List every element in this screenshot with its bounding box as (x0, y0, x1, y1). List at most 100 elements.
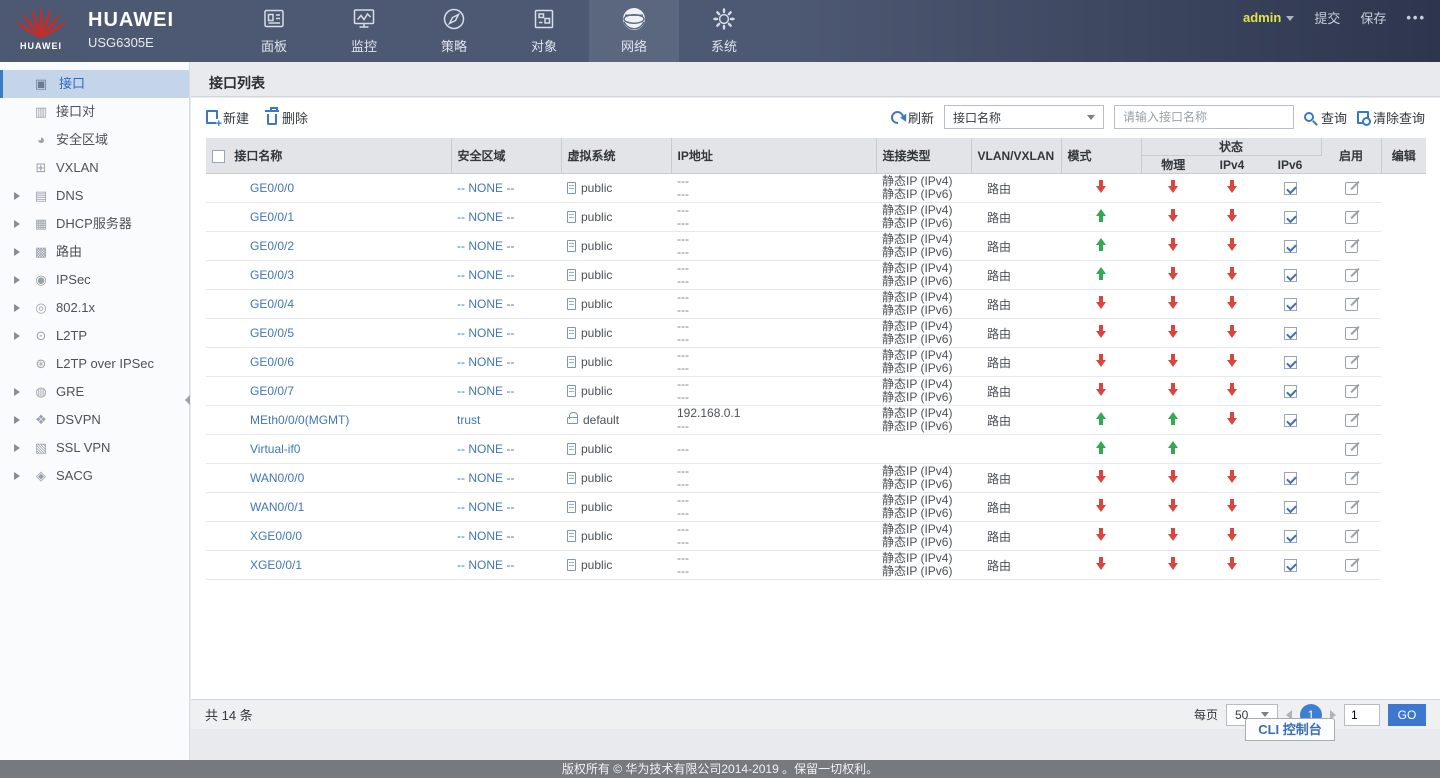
interface-link[interactable]: XGE0/0/0 (250, 529, 302, 543)
zone-link[interactable]: -- NONE -- (457, 297, 514, 311)
edit-icon[interactable] (1345, 240, 1358, 253)
interface-link[interactable]: WAN0/0/0 (250, 471, 304, 485)
interface-link[interactable]: GE0/0/4 (250, 297, 294, 311)
edit-icon[interactable] (1345, 269, 1358, 282)
select-all-checkbox[interactable] (212, 150, 225, 163)
zone-link[interactable]: -- NONE -- (457, 326, 514, 340)
sidebar-item-l2tp-over-ipsec[interactable]: ⊛ L2TP over IPSec (0, 350, 189, 378)
zone-link[interactable]: -- NONE -- (457, 268, 514, 282)
edit-icon[interactable] (1345, 501, 1358, 514)
new-button[interactable]: 新建 (206, 108, 249, 127)
zone-link[interactable]: -- NONE -- (457, 181, 514, 195)
expand-arrow-icon[interactable] (14, 416, 20, 424)
enable-checkbox[interactable] (1284, 501, 1297, 514)
sidebar-item-vxlan[interactable]: ⊞ VXLAN (0, 154, 189, 182)
interface-link[interactable]: GE0/0/5 (250, 326, 294, 340)
interface-link[interactable]: Virtual-if0 (250, 442, 300, 456)
interface-link[interactable]: GE0/0/1 (250, 210, 294, 224)
clear-query-button[interactable]: 清除查询 (1357, 108, 1425, 127)
enable-checkbox[interactable] (1284, 414, 1297, 427)
sidebar-collapse-handle[interactable] (185, 395, 190, 405)
interface-link[interactable]: GE0/0/6 (250, 355, 294, 369)
interface-link[interactable]: WAN0/0/1 (250, 500, 304, 514)
sidebar-item-gre[interactable]: ◍ GRE (0, 378, 189, 406)
submit-button[interactable]: 提交 (1314, 8, 1340, 27)
user-dropdown[interactable]: admin (1243, 10, 1294, 25)
expand-arrow-icon[interactable] (14, 276, 20, 284)
search-input[interactable] (1114, 105, 1294, 129)
enable-checkbox[interactable] (1284, 269, 1297, 282)
sidebar-item-interface[interactable]: ▣ 接口 (0, 70, 189, 98)
zone-link[interactable]: -- NONE -- (457, 558, 514, 572)
zone-link[interactable]: -- NONE -- (457, 355, 514, 369)
edit-icon[interactable] (1345, 182, 1358, 195)
zone-link[interactable]: trust (457, 413, 480, 427)
interface-link[interactable]: MEth0/0/0(MGMT) (250, 413, 349, 427)
zone-link[interactable]: -- NONE -- (457, 471, 514, 485)
zone-link[interactable]: -- NONE -- (457, 384, 514, 398)
nav-item-monitor[interactable]: 监控 (319, 0, 409, 62)
edit-icon[interactable] (1345, 472, 1358, 485)
interface-link[interactable]: GE0/0/0 (250, 181, 294, 195)
sidebar-item-l2tp[interactable]: ⊙ L2TP (0, 322, 189, 350)
edit-icon[interactable] (1345, 356, 1358, 369)
nav-item-policy[interactable]: 策略 (409, 0, 499, 62)
edit-icon[interactable] (1345, 530, 1358, 543)
enable-checkbox[interactable] (1284, 298, 1297, 311)
edit-icon[interactable] (1345, 443, 1358, 456)
query-button[interactable]: 查询 (1304, 108, 1347, 127)
edit-icon[interactable] (1345, 327, 1358, 340)
sidebar-item-routing[interactable]: ▩ 路由 (0, 238, 189, 266)
expand-arrow-icon[interactable] (14, 220, 20, 228)
zone-link[interactable]: -- NONE -- (457, 442, 514, 456)
edit-icon[interactable] (1345, 414, 1358, 427)
enable-checkbox[interactable] (1284, 182, 1297, 195)
enable-checkbox[interactable] (1284, 211, 1297, 224)
edit-icon[interactable] (1345, 211, 1358, 224)
zone-link[interactable]: -- NONE -- (457, 210, 514, 224)
interface-link[interactable]: XGE0/0/1 (250, 558, 302, 572)
cli-console-button[interactable]: CLI 控制台 (1245, 718, 1335, 741)
filter-field-select[interactable]: 接口名称 (944, 105, 1104, 129)
delete-button[interactable]: 删除 (267, 108, 308, 127)
nav-item-network[interactable]: 网络 (589, 0, 679, 62)
sidebar-item-dhcp-server[interactable]: ▦ DHCP服务器 (0, 210, 189, 238)
zone-link[interactable]: -- NONE -- (457, 239, 514, 253)
enable-checkbox[interactable] (1284, 327, 1297, 340)
goto-page-input[interactable] (1344, 704, 1380, 726)
enable-checkbox[interactable] (1284, 385, 1297, 398)
interface-link[interactable]: GE0/0/3 (250, 268, 294, 282)
edit-icon[interactable] (1345, 298, 1358, 311)
expand-arrow-icon[interactable] (14, 472, 20, 480)
enable-checkbox[interactable] (1284, 530, 1297, 543)
expand-arrow-icon[interactable] (14, 332, 20, 340)
sidebar-item-dot1x[interactable]: ◎ 802.1x (0, 294, 189, 322)
zone-link[interactable]: -- NONE -- (457, 529, 514, 543)
sidebar-item-ipsec[interactable]: ◉ IPSec (0, 266, 189, 294)
enable-checkbox[interactable] (1284, 240, 1297, 253)
edit-icon[interactable] (1345, 559, 1358, 572)
edit-icon[interactable] (1345, 385, 1358, 398)
refresh-button[interactable]: 刷新 (891, 108, 934, 127)
sidebar-item-dns[interactable]: ▤ DNS (0, 182, 189, 210)
sidebar-item-ssl-vpn[interactable]: ▧ SSL VPN (0, 434, 189, 462)
expand-arrow-icon[interactable] (14, 388, 20, 396)
expand-arrow-icon[interactable] (14, 192, 20, 200)
enable-checkbox[interactable] (1284, 356, 1297, 369)
expand-arrow-icon[interactable] (14, 248, 20, 256)
interface-link[interactable]: GE0/0/2 (250, 239, 294, 253)
sidebar-item-security-zone[interactable]: ◕ 安全区域 (0, 126, 189, 154)
nav-item-dashboard[interactable]: 面板 (229, 0, 319, 62)
enable-checkbox[interactable] (1284, 472, 1297, 485)
nav-item-object[interactable]: 对象 (499, 0, 589, 62)
sidebar-item-dsvpn[interactable]: ❖ DSVPN (0, 406, 189, 434)
expand-arrow-icon[interactable] (14, 304, 20, 312)
sidebar-item-sacg[interactable]: ◈ SACG (0, 462, 189, 490)
interface-link[interactable]: GE0/0/7 (250, 384, 294, 398)
more-menu-button[interactable]: ••• (1406, 10, 1426, 25)
enable-checkbox[interactable] (1284, 559, 1297, 572)
go-button[interactable]: GO (1388, 704, 1426, 726)
save-button[interactable]: 保存 (1360, 8, 1386, 27)
expand-arrow-icon[interactable] (14, 444, 20, 452)
zone-link[interactable]: -- NONE -- (457, 500, 514, 514)
